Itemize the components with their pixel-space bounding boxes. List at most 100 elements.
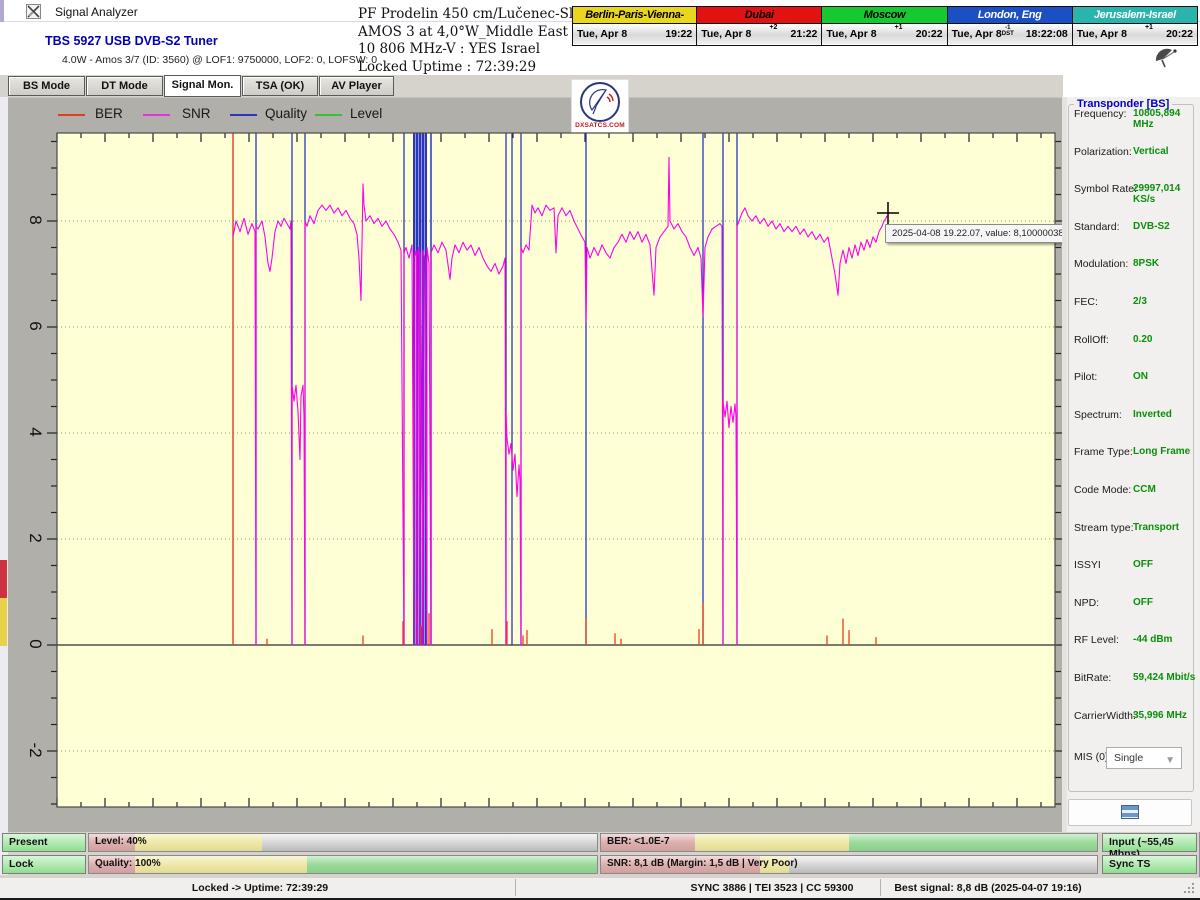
lock-indicator: Lock <box>2 855 86 874</box>
clock-utc-offset: +1 <box>895 24 903 31</box>
tp-label-16: CarrierWidth: <box>1074 710 1136 722</box>
clock-city-label: Jerusalem-Israel <box>1073 7 1197 24</box>
tp-value-16: 35,996 MHz <box>1133 710 1187 721</box>
clock-time: 20:22 <box>916 28 943 40</box>
chevron-down-icon: ▼ <box>1165 751 1175 771</box>
clock-date: Tue, Apr 8 <box>577 28 627 40</box>
tp-label-6: RollOff: <box>1074 334 1109 346</box>
tp-label-1: Polarization: <box>1074 146 1132 158</box>
clock-utc-offset: +2 <box>769 24 777 31</box>
save-button[interactable] <box>1068 799 1192 826</box>
clock-moscow: Moscow Tue, Apr 8 +1 20:22 <box>822 6 947 46</box>
tp-label-4: Modulation: <box>1074 258 1128 270</box>
mode-tab-row: BS ModeDT ModeSignal Mon.TSA (OK)AV Play… <box>0 75 1063 97</box>
save-icon <box>1121 805 1139 819</box>
window-title: Signal Analyzer <box>55 5 138 19</box>
statusbar-section-0: Locked -> Uptime: 72:39:29 <box>192 882 328 894</box>
tp-label-2: Symbol Rate: <box>1074 183 1137 195</box>
y-axis-label-2: 2 <box>25 525 45 551</box>
y-axis-label-8: 8 <box>25 207 45 233</box>
level-meter: Level: 40% <box>88 833 598 852</box>
quality-meter-label: Quality: 100% <box>95 858 161 869</box>
clock-time-row: Tue, Apr 8-1DST 18:22:08 <box>948 24 1072 44</box>
tuner-subtitle: 4.0W - Amos 3/7 (ID: 3560) @ LOF1: 97500… <box>62 54 377 66</box>
level-meter-label: Level: 40% <box>95 836 147 847</box>
tp-value-7: ON <box>1133 371 1148 382</box>
tp-label-3: Standard: <box>1074 221 1120 233</box>
snr-meter-label: SNR: 8,1 dB (Margin: 1,5 dB | Very Poor) <box>607 858 798 869</box>
clock-time: 19:22 <box>665 28 692 40</box>
present-indicator: Present <box>2 833 86 852</box>
tp-label-15: BitRate: <box>1074 672 1111 684</box>
clock-date: Tue, Apr 8 <box>952 28 1002 40</box>
tab-tsa-ok-[interactable]: TSA (OK) <box>242 76 318 96</box>
chart-legend: BERSNRQualityLevel <box>0 104 450 126</box>
clock-time: 21:22 <box>791 28 818 40</box>
tp-value-8: Inverted <box>1133 409 1172 420</box>
ber-meter-label: BER: <1.0E-7 <box>607 836 670 847</box>
resize-grip[interactable] <box>1182 879 1197 895</box>
clock-city-label: Dubai <box>697 7 821 24</box>
statusbar-section-1: SYNC 3886 | TEI 3523 | CC 59300 <box>691 882 854 894</box>
tab-av-player[interactable]: AV Player <box>319 76 394 96</box>
clock-date: Tue, Apr 8 <box>1077 28 1127 40</box>
tp-label-9: Frame Type: <box>1074 446 1133 458</box>
legend-label-ber: BER <box>95 106 123 121</box>
clock-time-row: Tue, Apr 8 19:22 <box>573 24 696 44</box>
tp-label-7: Pilot: <box>1074 371 1097 383</box>
clock-time: 20:22 <box>1166 28 1193 40</box>
y-axis-label-4: 4 <box>25 419 45 445</box>
tp-label-10: Code Mode: <box>1074 484 1131 496</box>
panel-splitter[interactable] <box>1062 97 1067 832</box>
clock-time-row: Tue, Apr 8 +1 20:22 <box>1073 24 1197 44</box>
left-edge-red-block <box>0 560 7 598</box>
tp-value-3: DVB-S2 <box>1133 221 1170 232</box>
legend-dash-ber <box>58 114 85 116</box>
tp-value-5: 2/3 <box>1133 296 1147 307</box>
statusbar-separator-1 <box>880 879 881 896</box>
clock-london-eng: London, Eng Tue, Apr 8-1DST 18:22:08 <box>948 6 1073 46</box>
tp-label-8: Spectrum: <box>1074 409 1122 421</box>
tp-label-11: Stream type: <box>1074 522 1134 534</box>
tp-value-12: OFF <box>1133 559 1153 570</box>
site-info-line-4: Locked Uptime : 72:39:29 <box>358 59 618 77</box>
tp-value-4: 8PSK <box>1133 258 1159 269</box>
mis-dropdown[interactable]: Single ▼ <box>1106 747 1182 769</box>
clock-dubai: Dubai Tue, Apr 8 +2 21:22 <box>697 6 822 46</box>
y-axis-label-0: 0 <box>25 631 45 657</box>
clock-city-label: Moscow <box>822 7 946 24</box>
tp-value-13: OFF <box>1133 597 1153 608</box>
tp-label-13: NPD: <box>1074 597 1099 609</box>
tp-value-15: 59,424 Mbit/s <box>1133 672 1195 683</box>
legend-dash-quality <box>230 114 257 116</box>
left-edge-strip <box>0 97 8 875</box>
tab-dt-mode[interactable]: DT Mode <box>86 76 163 96</box>
clock-date: Tue, Apr 8 <box>701 28 751 40</box>
clock-time-row: Tue, Apr 8 +2 21:22 <box>697 24 821 44</box>
statusbar-section-2: Best signal: 8,8 dB (2025-04-07 19:16) <box>894 882 1081 894</box>
clock-date: Tue, Apr 8 <box>826 28 876 40</box>
tp-value-9: Long Frame <box>1133 446 1190 457</box>
tp-value-1: Vertical <box>1133 146 1169 157</box>
legend-dash-snr <box>143 114 170 116</box>
legend-dash-level <box>315 114 342 116</box>
tuner-title: TBS 5927 USB DVB-S2 Tuner <box>45 34 218 48</box>
tp-value-14: -44 dBm <box>1133 634 1172 645</box>
statusbar-separator-0 <box>515 879 516 896</box>
tp-label-12: ISSYI <box>1074 559 1101 571</box>
tp-value-10: CCM <box>1133 484 1156 495</box>
clock-utc-offset-dst: -1DST <box>1002 25 1014 37</box>
clock-time-row: Tue, Apr 8 +1 20:22 <box>822 24 946 44</box>
legend-label-level: Level <box>350 106 382 121</box>
mis-value: Single <box>1114 752 1143 764</box>
tab-bs-mode[interactable]: BS Mode <box>8 76 85 96</box>
input-rate-indicator: Input (~55,45 Mbps) <box>1102 833 1197 852</box>
sync-ts-indicator: Sync TS <box>1102 855 1197 874</box>
clock-time: 18:22:08 <box>1026 28 1068 40</box>
clock-city-label: London, Eng <box>948 7 1072 24</box>
satellite-dish-icon <box>1152 47 1182 69</box>
world-clocks: Berlin-Paris-Vienna-RomaTue, Apr 819:22D… <box>572 6 1198 46</box>
tab-signal-mon-[interactable]: Signal Mon. <box>164 75 241 97</box>
clock-utc-offset: +1 <box>1145 24 1153 31</box>
tp-value-6: 0.20 <box>1133 334 1152 345</box>
